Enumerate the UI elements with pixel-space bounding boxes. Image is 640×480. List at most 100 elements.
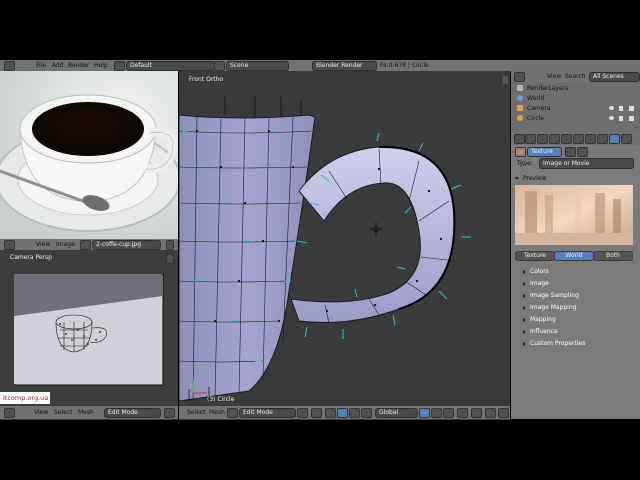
section-colors[interactable]: Colors <box>511 266 640 278</box>
outliner-item-renderlayers[interactable]: RenderLayers <box>517 84 637 93</box>
texture-type-select[interactable]: Image or Movie <box>539 158 634 169</box>
limit-selection-icon[interactable] <box>457 408 468 418</box>
camera-menu-mesh[interactable]: Mesh <box>78 408 94 417</box>
outliner-menu-search[interactable]: Search <box>565 72 586 81</box>
eye-icon[interactable] <box>609 116 614 120</box>
outliner-menu-view[interactable]: View <box>547 72 561 81</box>
scene-field[interactable]: Scene <box>226 61 289 71</box>
outliner-item-world[interactable]: World <box>517 94 637 103</box>
image-name-value: 2-coffe-cup.jpg <box>96 241 142 248</box>
menu-help[interactable]: Help <box>94 61 108 70</box>
camera-mode-select[interactable]: Edit Mode <box>104 408 161 418</box>
texture-tab-icon[interactable] <box>609 134 620 144</box>
scale-icon[interactable] <box>361 408 372 418</box>
mode-icon[interactable] <box>227 408 238 418</box>
menu-render[interactable]: Render <box>68 61 89 70</box>
main-mode-select[interactable]: Edit Mode <box>239 408 296 418</box>
world-icon <box>517 95 523 101</box>
camera-editor-type-icon[interactable] <box>4 408 15 418</box>
image-editor-type-icon[interactable] <box>4 240 15 250</box>
screen-layout-icon[interactable] <box>114 61 125 71</box>
image-name-field[interactable]: 2-coffe-cup.jpg <box>92 240 161 250</box>
preview-tabs: Texture World Both <box>515 251 633 261</box>
preview-tab-both[interactable]: Both <box>593 251 633 261</box>
camera-viewport[interactable]: Camera Persp <box>0 250 178 406</box>
texture-browse-icon[interactable] <box>565 147 576 157</box>
section-image-sampling[interactable]: Image Sampling <box>511 290 640 302</box>
image-browse-icon[interactable] <box>80 240 91 250</box>
outliner-type-icon[interactable] <box>514 72 525 82</box>
texture-tab-text: Texture <box>531 148 553 155</box>
menu-file[interactable]: File <box>36 61 46 70</box>
render-icon[interactable] <box>498 408 509 418</box>
texture-icon[interactable] <box>515 147 526 157</box>
camera-view-label: Camera Persp <box>10 254 52 261</box>
scene-icon[interactable] <box>214 61 225 71</box>
camera-mode-value: Edit Mode <box>108 409 138 416</box>
main-view-plus-icon[interactable] <box>501 75 509 85</box>
object-tab-icon[interactable] <box>561 134 572 144</box>
orientation-select[interactable]: Global <box>375 408 418 418</box>
translate-icon[interactable] <box>337 408 348 418</box>
face-select-icon[interactable] <box>443 408 454 418</box>
world-tab-icon[interactable] <box>549 134 560 144</box>
properties-type-icon[interactable] <box>514 134 525 144</box>
layout-field[interactable]: Default <box>126 61 215 71</box>
main-3d-viewport[interactable]: Front Ortho (3) Circle <box>179 71 510 406</box>
pivot-icon[interactable] <box>311 408 322 418</box>
camera-view-plus-icon[interactable] <box>166 254 174 264</box>
section-influence[interactable]: Influence <box>511 326 640 338</box>
camera-shading-icon[interactable] <box>164 408 175 418</box>
texture-clear-icon[interactable] <box>577 147 588 157</box>
section-custom-properties[interactable]: Custom Properties <box>511 338 640 350</box>
image-menu-image[interactable]: Image <box>56 240 75 249</box>
snap-icon[interactable] <box>485 408 496 418</box>
properties-panel: Texture Type: Image or Movie Preview Tex… <box>511 145 640 419</box>
texture-tab-label[interactable]: Texture <box>527 147 562 157</box>
preview-tab-world[interactable]: World <box>554 251 594 261</box>
camera-render-icon[interactable] <box>629 106 634 111</box>
main-menu-mesh[interactable]: Mesh <box>209 408 225 417</box>
outliner-filter-select[interactable]: All Scenes <box>589 72 640 82</box>
scene-tab-icon[interactable] <box>537 134 548 144</box>
particles-tab-icon[interactable] <box>621 134 632 144</box>
texture-type-value: Image or Movie <box>543 160 590 167</box>
section-image-mapping[interactable]: Image Mapping <box>511 302 640 314</box>
properties-sections: Colors Image Image Sampling Image Mappin… <box>511 266 640 350</box>
section-image[interactable]: Image <box>511 278 640 290</box>
editor-type-icon[interactable] <box>4 61 15 71</box>
proportional-edit-icon[interactable] <box>471 408 482 418</box>
cursor-icon[interactable] <box>619 106 623 111</box>
camera-menu-view[interactable]: View <box>34 408 48 417</box>
menu-add[interactable]: Add <box>52 61 64 70</box>
vertex-select-icon[interactable] <box>419 408 430 418</box>
modifier-tab-icon[interactable] <box>573 134 584 144</box>
image-menu-view[interactable]: View <box>36 240 50 249</box>
scene-stats: Fa:0-678 | Circle <box>380 62 429 69</box>
collapse-icon <box>523 317 526 322</box>
section-mapping[interactable]: Mapping <box>511 314 640 326</box>
viewport-shading-icon[interactable] <box>297 408 308 418</box>
camera-view-footer: View Select Mesh Edit Mode <box>0 406 178 420</box>
scene-value: Scene <box>230 62 249 69</box>
edge-select-icon[interactable] <box>431 408 442 418</box>
manipulator-icon[interactable] <box>325 408 336 418</box>
camera-menu-select[interactable]: Select <box>54 408 73 417</box>
mesh-icon <box>517 115 523 121</box>
image-editor-view[interactable] <box>0 71 178 239</box>
cursor-icon[interactable] <box>619 116 623 121</box>
render-tab-icon[interactable] <box>525 134 536 144</box>
preview-tab-texture[interactable]: Texture <box>515 251 555 261</box>
outliner-item-label: Circle <box>527 115 544 122</box>
rotate-icon[interactable] <box>349 408 360 418</box>
camera-render-icon[interactable] <box>629 116 634 121</box>
material-tab-icon[interactable] <box>597 134 608 144</box>
preview-section-header[interactable]: Preview <box>515 174 546 183</box>
data-tab-icon[interactable] <box>585 134 596 144</box>
render-engine-select[interactable]: Blender Render <box>312 61 377 71</box>
section-label: Colors <box>530 268 549 275</box>
image-pin-icon[interactable] <box>166 240 174 250</box>
3d-cursor <box>369 222 383 236</box>
eye-icon[interactable] <box>609 106 614 110</box>
main-menu-select[interactable]: Select <box>187 408 206 417</box>
